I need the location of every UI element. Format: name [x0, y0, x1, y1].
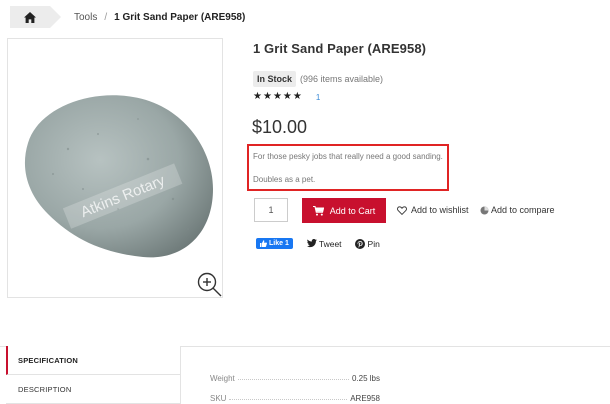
star-icon: ★ — [253, 91, 262, 102]
tab-specification[interactable]: SPECIFICATION — [6, 346, 181, 375]
stone-photo: Atkins Rotary — [24, 95, 213, 258]
quantity-input[interactable] — [254, 198, 288, 222]
thumbs-up-icon — [260, 240, 267, 247]
product-tabs: SPECIFICATION DESCRIPTION — [6, 346, 181, 404]
tab-description[interactable]: DESCRIPTION — [6, 375, 181, 404]
description-line: Doubles as a pet. — [253, 175, 316, 184]
spec-label: Weight — [210, 374, 235, 383]
product-image[interactable]: Atkins Rotary — [7, 38, 223, 298]
stock-badge: In Stock — [253, 71, 297, 87]
pin-label: Pin — [367, 238, 380, 249]
tweet-label: Tweet — [318, 238, 342, 249]
spec-value: ARE958 — [350, 394, 380, 403]
breadcrumb-tools-link[interactable]: Tools — [74, 12, 97, 23]
cart-icon — [312, 205, 324, 216]
stock-status: In Stock (996 items available) — [253, 71, 383, 87]
breadcrumb-current: 1 Grit Sand Paper (ARE958) — [114, 11, 246, 23]
twitter-icon — [306, 239, 317, 248]
add-to-cart-label: Add to Cart — [329, 205, 376, 216]
product-title: 1 Grit Sand Paper (ARE958) — [253, 41, 427, 56]
breadcrumb-home-link[interactable] — [10, 6, 61, 28]
tweet-button[interactable]: Tweet — [306, 238, 342, 249]
add-to-compare-link[interactable]: Add to compare — [480, 205, 555, 215]
review-count-link[interactable]: 1 — [316, 93, 320, 102]
spec-value: 0.25 lbs — [351, 374, 380, 383]
zoom-in-icon[interactable] — [196, 271, 224, 299]
product-short-description: For those pesky jobs that really need a … — [247, 144, 449, 191]
spec-row: Weight 0.25 lbs — [210, 363, 380, 383]
star-icon: ★ — [292, 91, 302, 102]
description-line: For those pesky jobs that really need a … — [253, 152, 443, 161]
spec-label: SKU — [210, 394, 227, 403]
pinterest-icon — [354, 238, 365, 249]
pin-button[interactable]: Pin — [354, 238, 380, 249]
add-to-cart-button[interactable]: Add to Cart — [302, 198, 386, 223]
spec-leader-dots — [229, 399, 348, 400]
star-icon: ★ — [262, 91, 272, 102]
breadcrumb: Tools / 1 Grit Sand Paper (ARE958) — [10, 6, 245, 28]
facebook-like-label: Like 1 — [269, 240, 289, 247]
specification-table: Weight 0.25 lbs SKU ARE958 — [210, 363, 380, 403]
product-price: $10.00 — [252, 117, 308, 137]
star-icon: ★ — [272, 91, 282, 102]
breadcrumb-separator: / — [104, 11, 108, 23]
add-to-compare-label: Add to compare — [491, 205, 555, 215]
star-icon: ★ — [282, 91, 292, 102]
spec-row: SKU ARE958 — [210, 383, 380, 403]
facebook-like-button[interactable]: Like 1 — [256, 238, 293, 249]
stock-count: (996 items available) — [300, 74, 384, 84]
add-to-wishlist-label: Add to wishlist — [411, 205, 469, 215]
add-to-wishlist-link[interactable]: Add to wishlist — [397, 205, 469, 215]
spec-leader-dots — [237, 379, 349, 380]
home-icon — [24, 11, 36, 23]
pie-chart-icon — [480, 206, 489, 214]
rating: ★ ★ ★ ★ ★ 1 — [253, 92, 320, 102]
social-share: Like 1 Tweet Pin — [256, 238, 380, 249]
heart-icon — [397, 205, 407, 215]
